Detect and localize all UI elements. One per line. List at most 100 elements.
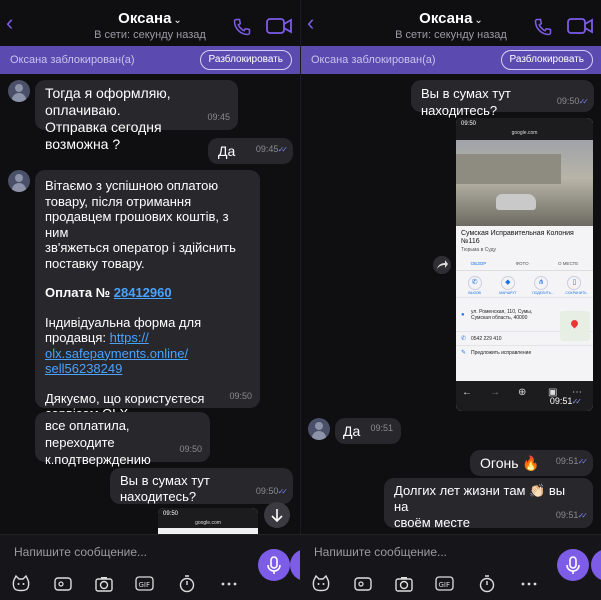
blocked-banner: Оксана заблокирован(а) Разблокировать — [0, 46, 300, 74]
timer-icon[interactable] — [476, 573, 498, 595]
message-outgoing[interactable]: Огонь 🔥 09:51 — [470, 450, 593, 476]
chat-screen-left: ‹ Оксана ⌄ В сети: секунду назад Оксана з… — [0, 0, 300, 600]
payment-line: Оплата № 28412960 — [45, 285, 250, 301]
message-time: 09:51 — [370, 423, 393, 433]
gif-icon[interactable]: GIF — [135, 573, 157, 595]
gif-icon[interactable]: GIF — [435, 573, 457, 595]
browser-toolbar: ← → ⊕ ▣ ⋯ 09:51 — [456, 381, 593, 411]
phone-icon: ✆ — [461, 336, 467, 342]
tab-about: О МЕСТЕ — [557, 261, 579, 266]
preview-url: google.com — [158, 520, 258, 528]
chat-header: ‹ Оксана ⌄ В сети: секунду назад — [301, 0, 601, 46]
avatar[interactable] — [308, 418, 330, 440]
contact-status: В сети: секунду назад — [94, 29, 206, 41]
payment-number-link[interactable]: 28412960 — [114, 285, 172, 300]
microphone-icon — [566, 556, 580, 574]
message-time: 09:45 — [256, 141, 285, 158]
phone-icon[interactable] — [533, 17, 553, 37]
avatar[interactable] — [8, 170, 30, 192]
forward-icon — [437, 260, 448, 269]
call-action: ✆ ВЫЗОВ — [466, 276, 484, 295]
voice-message-button[interactable] — [557, 549, 589, 581]
contact-name[interactable]: Оксана ⌄ — [301, 10, 601, 27]
message-composer: Напишите сообщение... GIF — [0, 534, 300, 600]
chevron-down-icon: ⌄ — [173, 15, 182, 26]
gallery-icon[interactable] — [52, 573, 74, 595]
screenshot-url: google.com — [456, 130, 593, 140]
place-actions: ✆ ВЫЗОВ ◆ МАРШРУТ ⋔ ПОДЕЛИТЬ... ▯ СОХРАНИТЬ — [456, 271, 593, 297]
app-screens: ‹ Оксана ⌄ В сети: секунду назад Оксана з… — [0, 0, 601, 600]
avatar[interactable] — [8, 80, 30, 102]
preview-status-time: 09:50 — [158, 508, 258, 520]
share-action: ⋔ ПОДЕЛИТЬ... — [532, 276, 555, 295]
message-incoming[interactable]: все оплатила, переходите к.подтверждению… — [35, 412, 210, 467]
timer-icon[interactable] — [176, 573, 198, 595]
camera-icon[interactable] — [393, 573, 415, 595]
edit-icon: ✎ — [461, 350, 467, 356]
message-time: 09:50 — [229, 390, 252, 401]
form-line: Індивідуальна форма для продавця: https:… — [45, 315, 250, 377]
message-incoming[interactable]: Да 09:51 — [335, 418, 401, 444]
address-text: ул. Роменская, 110, Сумы, Сумская област… — [471, 308, 533, 321]
message-outgoing[interactable]: Да 09:45 — [208, 138, 293, 164]
attached-screenshot[interactable]: 09:50 google.com Сумская Исправительная … — [456, 118, 593, 411]
route-action: ◆ МАРШРУТ — [499, 276, 517, 295]
svg-text:GIF: GIF — [438, 581, 450, 589]
action-label: ВЫЗОВ — [468, 291, 481, 295]
message-outgoing[interactable]: Вы в сумах тут находитесь? 09:50 — [110, 468, 293, 504]
message-text: Тогда я оформляю, оплачиваю. Отправка се… — [45, 85, 171, 152]
more-icon[interactable] — [518, 573, 540, 595]
camera-icon[interactable] — [93, 573, 115, 595]
phone-icon[interactable] — [232, 17, 252, 37]
gallery-icon[interactable] — [352, 573, 374, 595]
more-icon[interactable] — [218, 573, 240, 595]
voice-message-button[interactable] — [258, 549, 290, 581]
message-outgoing[interactable]: Долгих лет жизни там 👏🏻 вы на своём мест… — [384, 478, 593, 530]
phone-text: 0542 229 410 — [471, 335, 502, 342]
message-time: 09:50 — [179, 444, 202, 454]
scroll-down-button[interactable] — [264, 502, 290, 528]
plus-icon: ⊕ — [518, 387, 527, 398]
bookmark-icon: ▯ — [567, 276, 582, 290]
suggest-text: Предложить исправление — [471, 349, 532, 356]
unblock-button[interactable]: Разблокировать — [199, 50, 292, 70]
payment-label: Оплата № — [45, 285, 114, 300]
message-time: 09:50 — [557, 93, 586, 110]
share-icon: ⋔ — [534, 276, 549, 290]
blocked-text: Оксана заблокирован(а) — [311, 54, 436, 66]
message-composer: Напишите сообщение... GIF — [300, 534, 601, 600]
composer-toolbar: GIF — [10, 573, 240, 595]
place-tabs: ОБЗОР ФОТО О МЕСТЕ — [456, 257, 593, 271]
place-title: Сумская Исправительная Колония №116 — [461, 230, 574, 245]
phone-icon: ✆ — [467, 276, 482, 290]
forward-button[interactable] — [433, 256, 451, 274]
tab-overview: ОБЗОР — [470, 261, 487, 266]
unblock-button[interactable]: Разблокировать — [500, 50, 593, 70]
message-incoming[interactable]: Тогда я оформляю, оплачиваю. Отправка се… — [35, 80, 238, 152]
message-input[interactable]: Напишите сообщение... — [14, 545, 147, 559]
contact-name[interactable]: Оксана ⌄ — [0, 10, 300, 27]
contact-status: В сети: секунду назад — [395, 29, 507, 41]
message-text: все оплатила, переходите к.подтверждению — [45, 418, 151, 467]
message-time: 09:51 — [556, 453, 585, 470]
message-incoming[interactable]: Вітаємо з успішною оплатою товару, після… — [35, 170, 260, 421]
composer-toolbar: GIF — [310, 573, 540, 595]
sticker-icon[interactable] — [10, 573, 32, 595]
message-input[interactable]: Напишите сообщение... — [314, 545, 447, 559]
video-call-icon[interactable] — [266, 17, 292, 35]
message-text: Долгих лет жизни там 👏🏻 вы на своём мест… — [394, 483, 566, 530]
send-options-button[interactable] — [591, 549, 601, 581]
action-label: ПОДЕЛИТЬ... — [532, 291, 555, 295]
video-call-icon[interactable] — [567, 17, 593, 35]
message-time: 09:50 — [256, 483, 285, 500]
sticker-icon[interactable] — [310, 573, 332, 595]
message-time: 09:45 — [207, 112, 230, 122]
arrow-down-icon — [271, 509, 283, 523]
place-photo — [456, 140, 593, 226]
message-outgoing[interactable]: Вы в сумах тут находитесь? 09:50 — [411, 80, 594, 118]
blocked-text: Оксана заблокирован(а) — [10, 54, 135, 66]
action-label: СОХРАНИТЬ — [565, 291, 587, 295]
svg-text:GIF: GIF — [138, 581, 150, 589]
microphone-icon — [267, 556, 281, 574]
send-options-button[interactable] — [290, 549, 300, 581]
